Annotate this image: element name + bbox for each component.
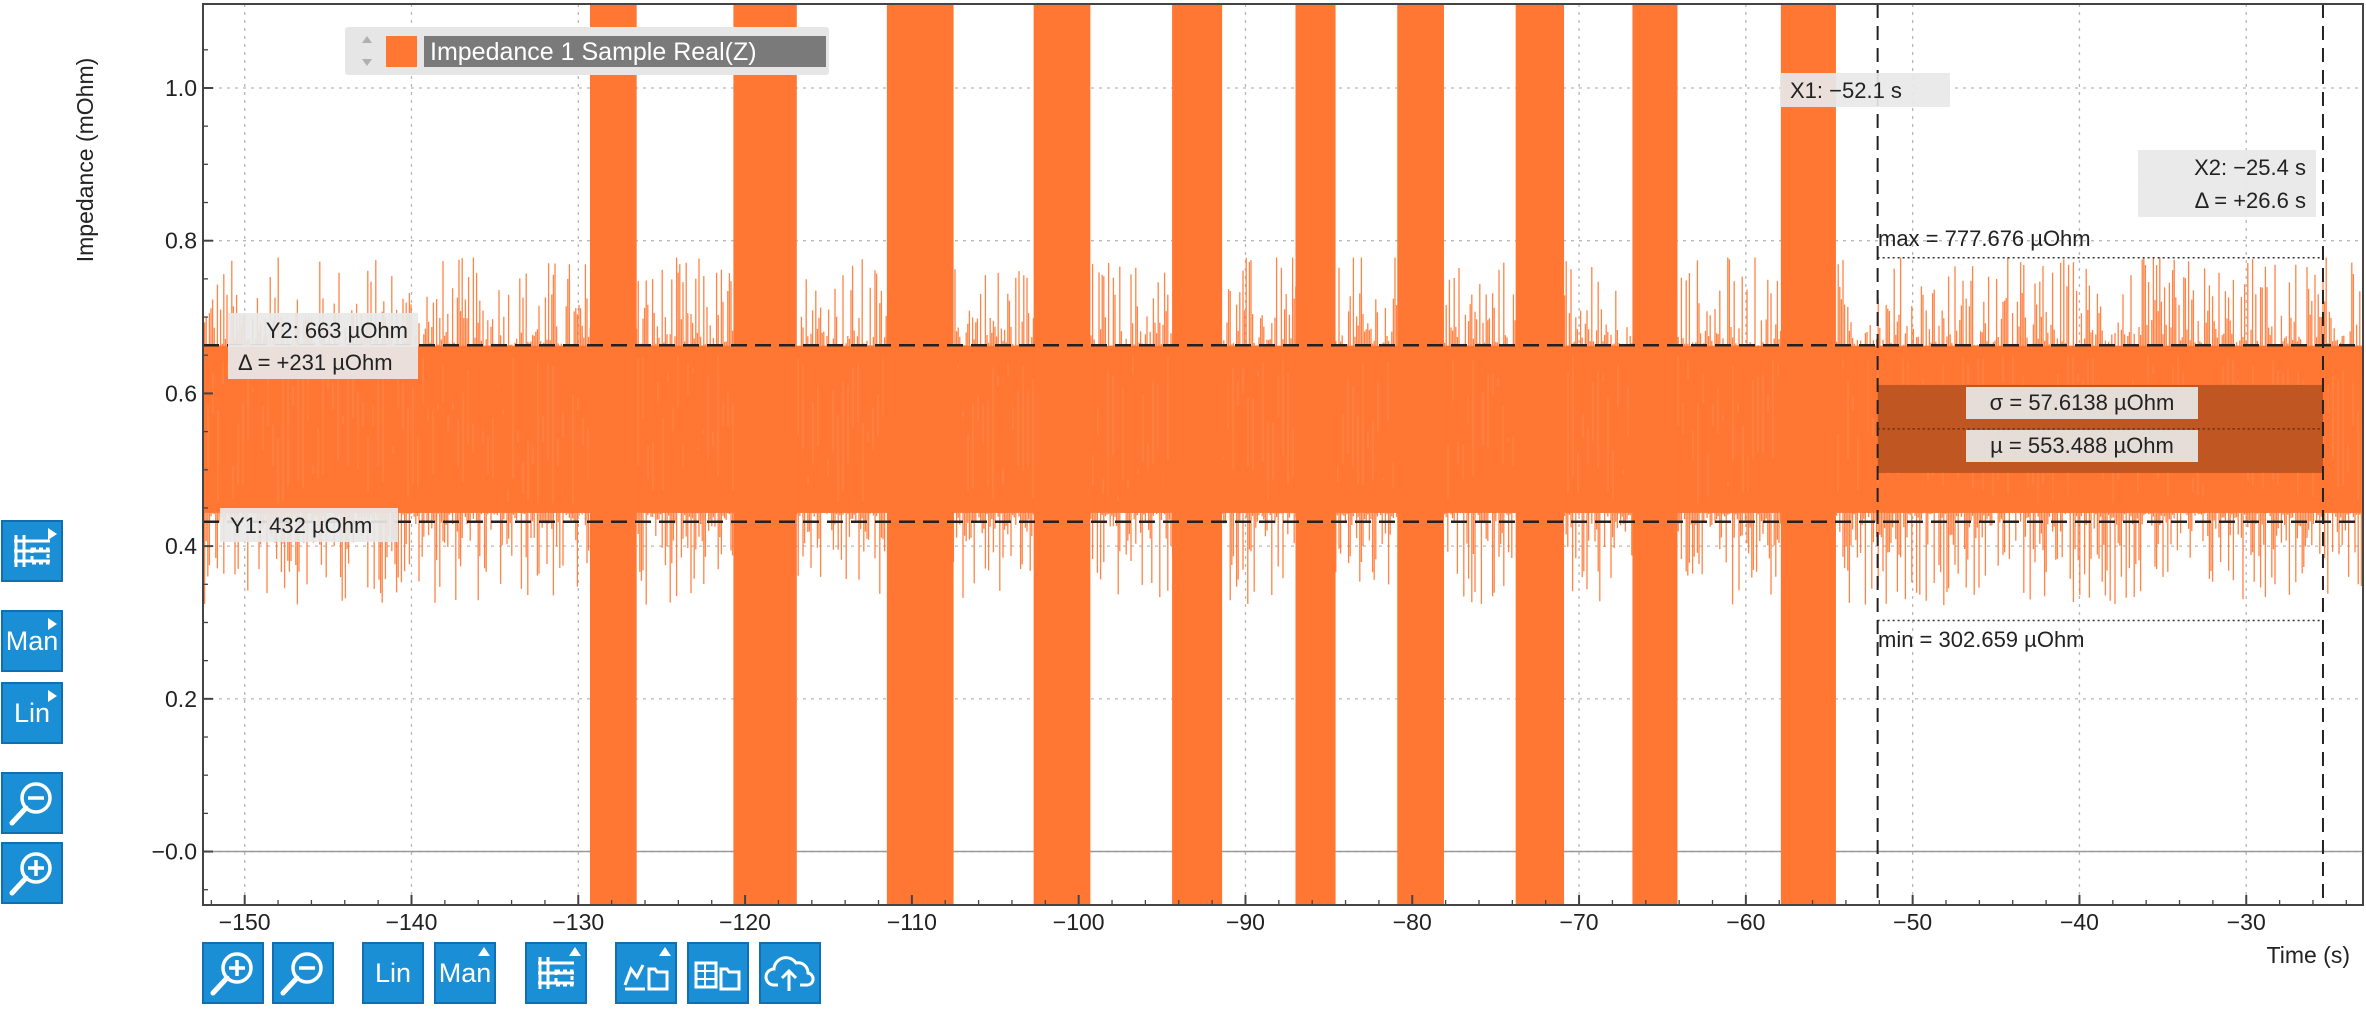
y-range-manual-label: Man	[5, 625, 59, 656]
cursor-x2-label: X2: −25.4 s	[2194, 155, 2306, 180]
legend-label: Impedance 1 Sample Real(Z)	[430, 38, 757, 66]
signal-burst-8	[1632, 4, 1678, 905]
x-tick-label-1: −140	[386, 909, 438, 935]
impedance-plot[interactable]: −150 −140 −130 −120 −110 −100 −90 −80 −70 −60 −50 −…	[0, 0, 2366, 1006]
cloud-upload-icon	[764, 956, 815, 991]
signal-burst-0	[589, 4, 637, 905]
x-zoom-out-button[interactable]	[272, 942, 334, 1004]
signal-burst-5	[1295, 4, 1336, 905]
stat-max-label: max = 777.676 µOhm	[1878, 226, 2091, 251]
x-tick-label-3: −120	[719, 909, 771, 935]
signal-burst-6	[1397, 4, 1444, 905]
cursor-y1-label: Y1: 432 µOhm	[230, 513, 372, 538]
x-tick-label-0: −150	[219, 909, 271, 935]
stat-sigma-label: σ = 57.6138 µOhm	[1990, 390, 2175, 415]
x-tick-label-2: −130	[552, 909, 604, 935]
x-range-manual-label: Man	[438, 957, 492, 988]
x-cursor-mode-button[interactable]	[525, 942, 587, 1004]
y-tick-label-4: 0.8	[165, 228, 197, 254]
x-tick-label-11: −40	[2060, 909, 2099, 935]
save-plot-button[interactable]	[615, 942, 677, 1004]
upload-cloud-button[interactable]	[759, 942, 821, 1004]
save-data-button[interactable]	[687, 942, 749, 1004]
cursor-grid-icon	[538, 957, 574, 989]
x-tick-label-5: −100	[1053, 909, 1105, 935]
zoom-out-icon	[280, 952, 323, 996]
x-axis-title: Time (s)	[2267, 942, 2350, 968]
chart-folder-icon	[623, 964, 669, 991]
cursor-mode-button[interactable]	[1, 520, 63, 582]
signal-burst-4	[1172, 4, 1223, 905]
signal-burst-3	[1033, 4, 1091, 905]
x-scale-lin-button[interactable]: Lin	[362, 942, 424, 1004]
x-tick-label-6: −90	[1226, 909, 1265, 935]
x-tick-label-8: −70	[1560, 909, 1599, 935]
stat-min-label: min = 302.659 µOhm	[1878, 627, 2085, 652]
signal-burst-2	[886, 4, 954, 905]
signal-burst-1	[733, 4, 797, 905]
y-scale-lin-button[interactable]: Lin	[1, 682, 63, 744]
y-range-manual-button[interactable]: Man	[1, 610, 63, 672]
x-tick-label-12: −30	[2227, 909, 2266, 935]
cursor-x2-delta-label: Δ = +26.6 s	[2195, 188, 2306, 213]
y-tick-label-1: 0.2	[165, 686, 197, 712]
zoom-in-icon	[210, 952, 253, 996]
x-range-manual-button[interactable]: Man	[434, 942, 496, 1004]
y-tick-label-5: 1.0	[165, 75, 197, 101]
y-axis-title: Impedance (mOhm)	[72, 58, 98, 263]
x-zoom-in-button[interactable]	[202, 942, 264, 1004]
legend-swatch	[386, 36, 417, 67]
cursor-x1-label: X1: −52.1 s	[1790, 78, 1902, 103]
signal-burst-7	[1515, 4, 1565, 905]
y-tick-label-2: 0.4	[165, 533, 197, 559]
x-tick-label-10: −50	[1893, 909, 1932, 935]
y-tick-label-0: −0.0	[152, 839, 197, 865]
zoom-out-icon	[9, 782, 52, 826]
cursor-y2-label: Y2: 663 µOhm	[266, 318, 408, 343]
plot-svg[interactable]: −150 −140 −130 −120 −110 −100 −90 −80 −70 −60 −50 −…	[0, 0, 2366, 1006]
x-tick-label-9: −60	[1726, 909, 1765, 935]
stat-mu-label: µ = 553.488 µOhm	[1990, 433, 2174, 458]
y-zoom-out-button[interactable]	[1, 772, 63, 834]
y-tick-label-3: 0.6	[165, 380, 197, 406]
y-scale-lin-label: Lin	[13, 697, 51, 728]
y-zoom-in-button[interactable]	[1, 842, 63, 904]
zoom-in-icon	[9, 852, 52, 896]
x-tick-label-4: −110	[887, 909, 937, 935]
cursor-y2-delta-label: Δ = +231 µOhm	[238, 350, 393, 375]
signal-burst-9	[1780, 4, 1836, 905]
x-tick-label-7: −80	[1393, 909, 1432, 935]
table-folder-icon	[694, 961, 741, 991]
x-scale-lin-label: Lin	[374, 957, 412, 988]
